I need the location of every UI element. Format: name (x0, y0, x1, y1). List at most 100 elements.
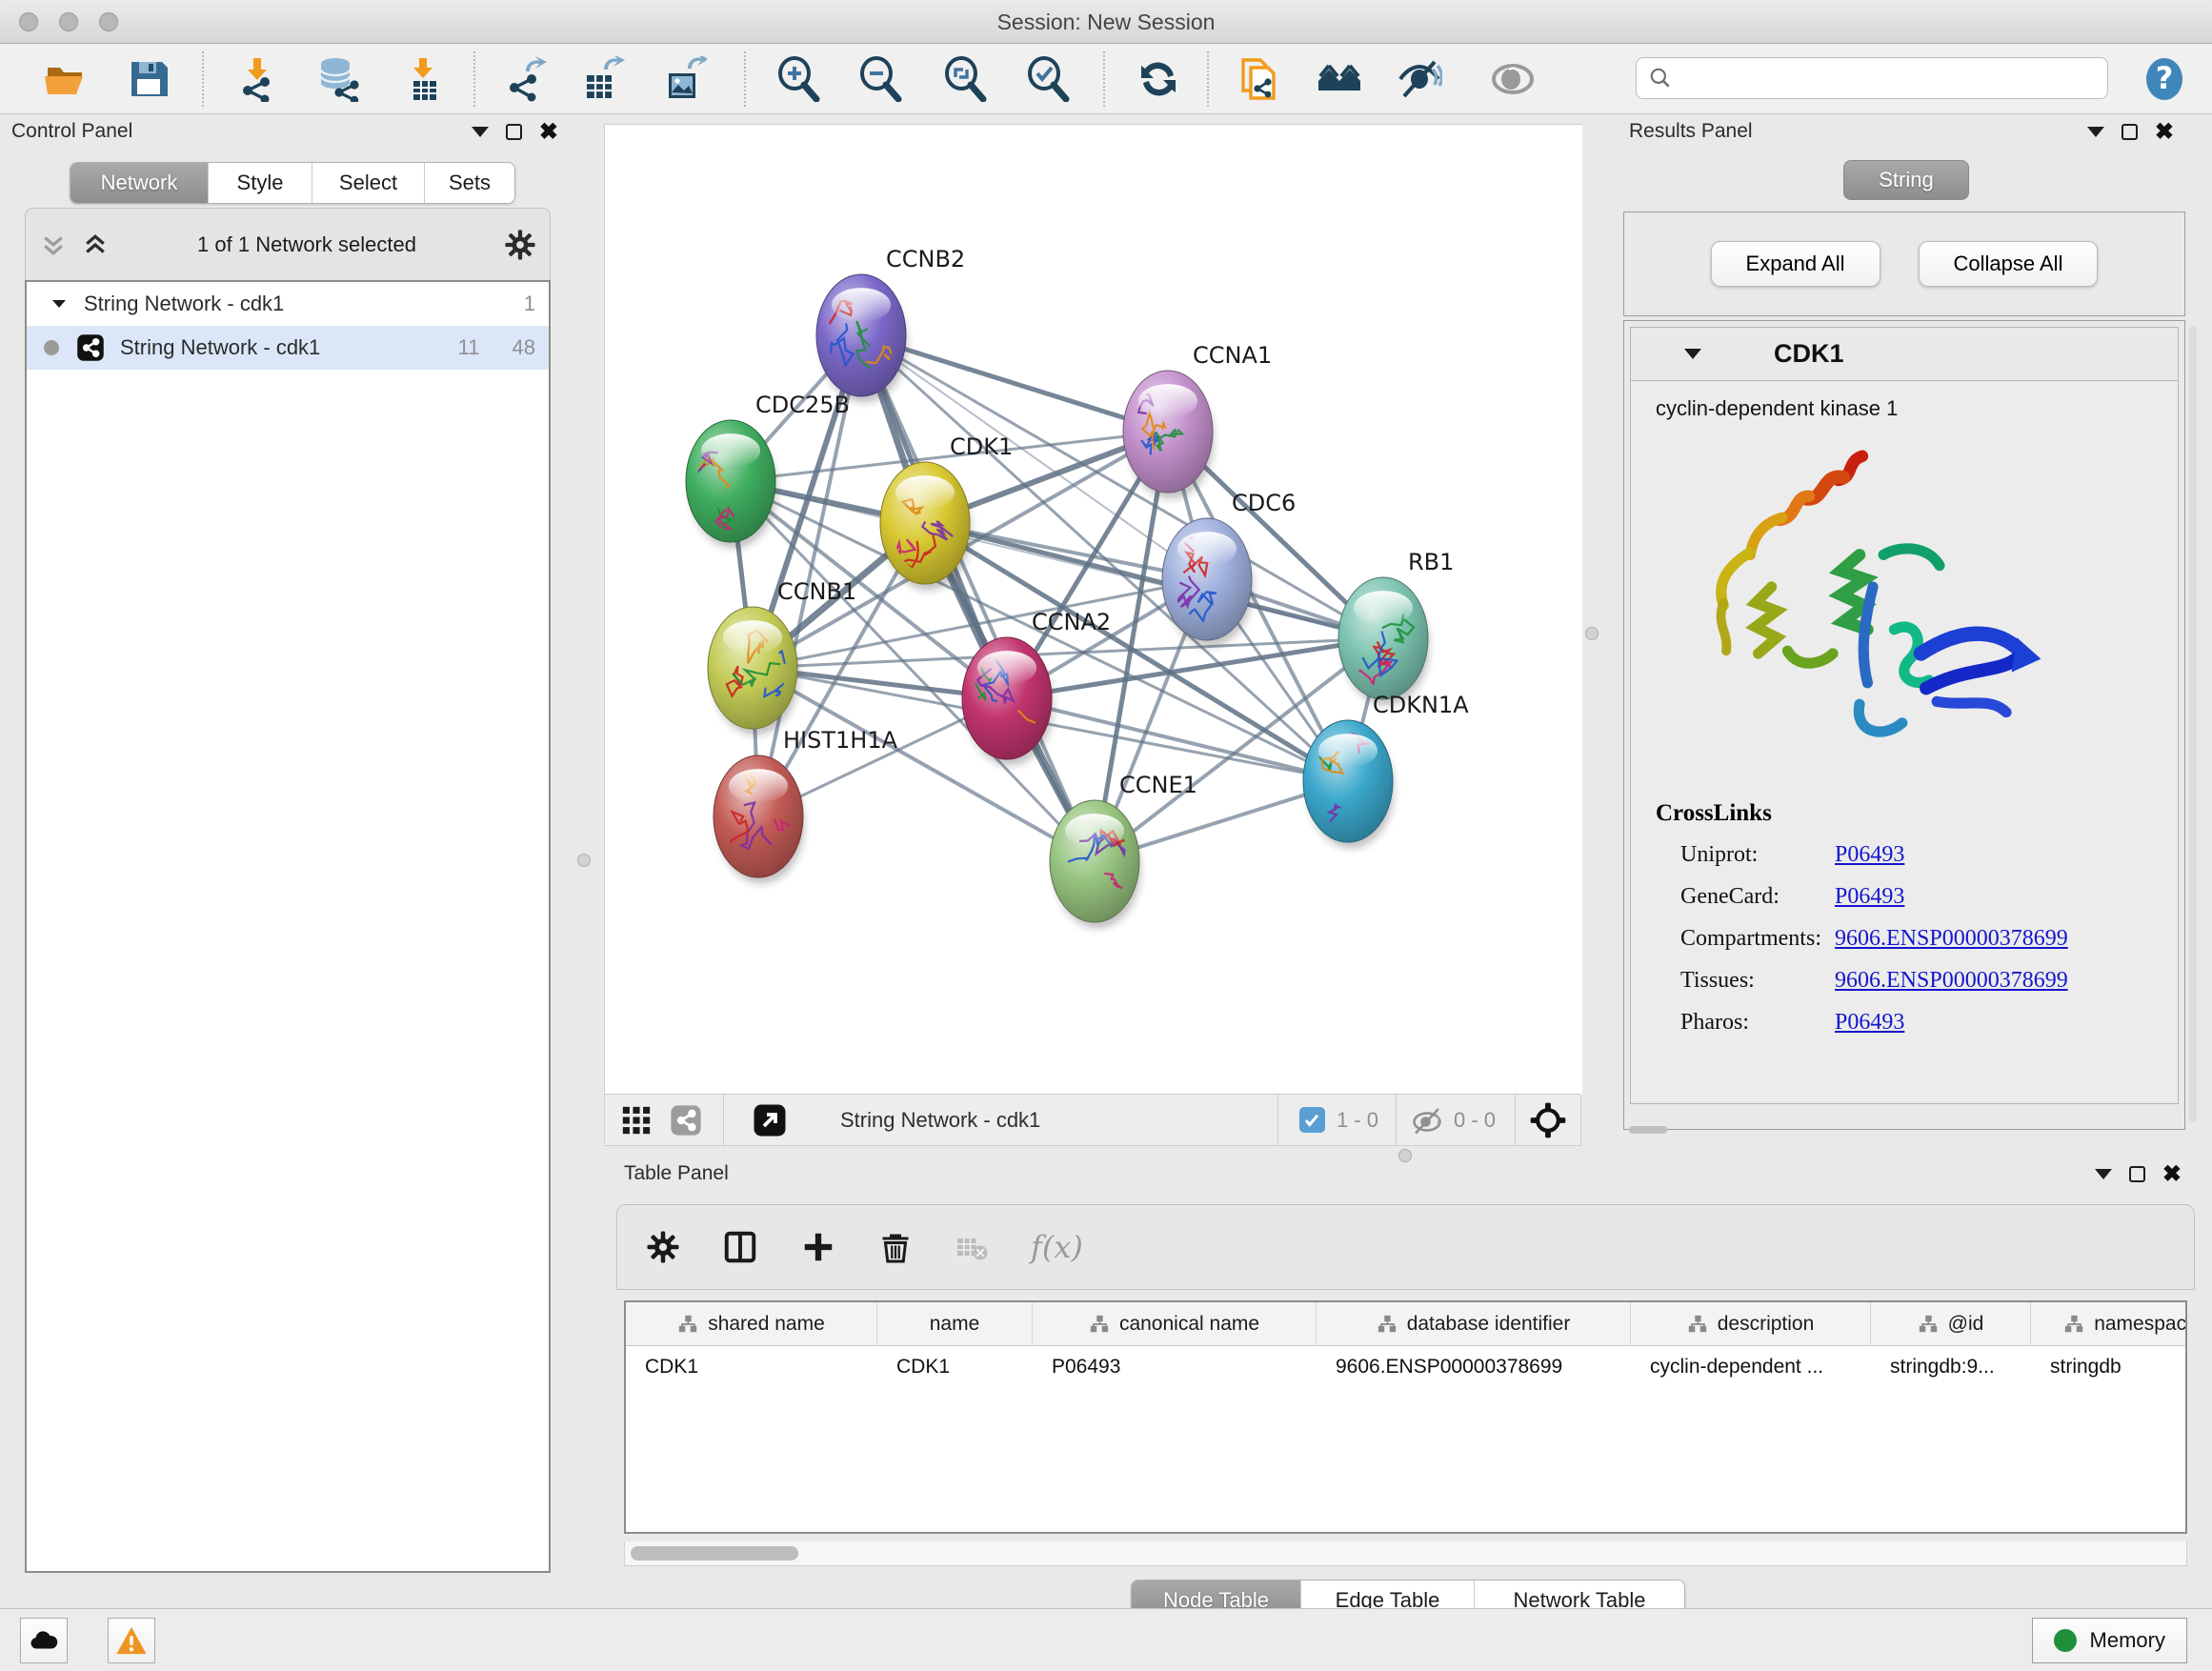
network-node-RB1[interactable]: RB1 (1338, 549, 1454, 705)
network-node-CCNA1[interactable]: CCNA1 (1123, 342, 1272, 498)
network-edge[interactable] (861, 335, 1095, 861)
clone-network-icon[interactable] (1236, 56, 1281, 102)
memory-button[interactable]: Memory (2032, 1618, 2187, 1663)
zoom-in-icon[interactable] (775, 56, 821, 102)
close-panel-icon[interactable]: ✖ (2155, 124, 2174, 140)
network-node-CCNB2[interactable]: CCNB2 (816, 246, 965, 402)
show-columns-icon[interactable] (722, 1229, 758, 1265)
gene-header-row[interactable]: CDK1 (1630, 327, 2179, 380)
import-network-from-database-icon[interactable] (314, 56, 360, 102)
open-session-icon[interactable] (42, 56, 88, 102)
tab-style[interactable]: Style (209, 163, 312, 203)
crosslink-link[interactable]: P06493 (1835, 884, 1904, 910)
tab-network[interactable]: Network (70, 163, 209, 203)
collapse-all-icon[interactable] (39, 231, 68, 259)
crosslink-row: Uniprot:P06493 (1656, 842, 2068, 868)
help-icon[interactable]: ? (2142, 56, 2187, 102)
panel-menu-icon[interactable] (2087, 127, 2104, 137)
zoom-selected-icon[interactable] (1025, 56, 1071, 102)
gear-icon[interactable] (504, 229, 536, 261)
column-header-canonical-name[interactable]: canonical name (1033, 1302, 1317, 1345)
delete-column-icon[interactable] (878, 1230, 913, 1264)
close-panel-icon[interactable]: ✖ (2162, 1166, 2182, 1182)
close-panel-icon[interactable]: ✖ (539, 124, 558, 140)
splitter-handle[interactable] (1398, 1149, 1412, 1162)
zoom-out-icon[interactable] (857, 56, 903, 102)
selected-checkbox[interactable] (1299, 1107, 1325, 1133)
crosslink-link[interactable]: 9606.ENSP00000378699 (1835, 968, 2068, 994)
tab-string[interactable]: String (1843, 160, 1968, 200)
crosslink-link[interactable]: P06493 (1835, 842, 1904, 868)
crosslink-link[interactable]: P06493 (1835, 1010, 1904, 1036)
collapse-gene-icon[interactable] (1684, 349, 1701, 359)
table-gear-icon[interactable] (646, 1230, 680, 1264)
scrollbar-thumb[interactable] (631, 1546, 798, 1560)
zoom-fit-icon[interactable] (942, 56, 988, 102)
gene-description: cyclin-dependent kinase 1 (1656, 396, 2178, 421)
warnings-button[interactable] (108, 1618, 155, 1663)
crosslinks-section: CrossLinks Uniprot:P06493GeneCard:P06493… (1656, 800, 2068, 1052)
search-input[interactable] (1673, 68, 2096, 90)
show-graphics-details-icon[interactable] (1490, 56, 1536, 102)
export-image-icon[interactable] (661, 56, 707, 102)
results-horizontal-scrollbar[interactable] (1629, 1126, 1667, 1134)
panel-menu-icon[interactable] (472, 127, 489, 137)
float-panel-icon[interactable] (2122, 124, 2138, 140)
network-tree: String Network - cdk1 1 String Network -… (25, 280, 551, 1573)
network-node-HIST1H1A[interactable]: HIST1H1A (714, 727, 898, 883)
network-node-CCNE1[interactable]: CCNE1 (1050, 772, 1197, 928)
table-cell: CDK1 (626, 1346, 877, 1388)
hide-graphics-details-icon[interactable] (1397, 56, 1442, 102)
tab-sets[interactable]: Sets (425, 163, 514, 203)
export-network-icon[interactable] (503, 56, 549, 102)
import-table-icon[interactable] (400, 56, 446, 102)
collapse-all-button[interactable]: Collapse All (1919, 241, 2099, 287)
splitter-handle[interactable] (577, 854, 591, 867)
search-field[interactable] (1636, 57, 2108, 99)
first-neighbors-icon[interactable] (1317, 56, 1362, 102)
network-node-CDKN1A[interactable]: CDKN1A (1296, 692, 1469, 849)
network-collection-row[interactable]: String Network - cdk1 1 (27, 282, 549, 326)
network-view-panel: CCNB2CCNA1CDC25BCDK1CDC6RB1CCNB1CCNA2CDK… (604, 124, 1581, 1146)
tab-select[interactable]: Select (312, 163, 425, 203)
column-header-name[interactable]: name (877, 1302, 1033, 1345)
network-canvas[interactable]: CCNB2CCNA1CDC25BCDK1CDC6RB1CCNB1CCNA2CDK… (605, 125, 1582, 1095)
add-column-icon[interactable] (800, 1229, 836, 1265)
splitter-handle[interactable] (1585, 627, 1599, 640)
string-style-icon[interactable] (670, 1104, 702, 1137)
expand-all-button[interactable]: Expand All (1711, 241, 1880, 287)
panel-menu-icon[interactable] (2095, 1169, 2112, 1179)
crosslink-link[interactable]: 9606.ENSP00000378699 (1835, 926, 2068, 952)
network-node-CDC6[interactable]: CDC6 (1162, 490, 1296, 646)
float-panel-icon[interactable] (506, 124, 522, 140)
tree-expand-icon[interactable] (50, 294, 69, 313)
column-header-namespace[interactable]: namespace (2031, 1302, 2187, 1345)
column-header-database-identifier[interactable]: database identifier (1317, 1302, 1631, 1345)
column-header-description[interactable]: description (1631, 1302, 1871, 1345)
column-header-shared-name[interactable]: shared name (626, 1302, 877, 1345)
birds-eye-view-icon[interactable] (620, 1104, 653, 1137)
table-horizontal-scrollbar[interactable] (624, 1541, 2187, 1566)
results-vertical-scrollbar[interactable] (2189, 326, 2197, 1122)
expand-all-icon[interactable] (81, 231, 110, 259)
refresh-icon[interactable] (1136, 56, 1181, 102)
table-panel-title: Table Panel (624, 1162, 729, 1184)
network-node-CCNB1[interactable]: CCNB1 (708, 578, 856, 735)
column-header-@id[interactable]: @id (1871, 1302, 2031, 1345)
float-panel-icon[interactable] (2129, 1166, 2145, 1182)
column-label: database identifier (1407, 1313, 1571, 1336)
node-table[interactable]: shared namenamecanonical name database id… (624, 1300, 2187, 1534)
crosshair-icon[interactable] (1529, 1101, 1567, 1139)
import-network-icon[interactable] (234, 56, 280, 102)
cloud-button[interactable] (20, 1618, 68, 1663)
network-node-CDC25B[interactable]: CDC25B (686, 392, 850, 555)
export-table-icon[interactable] (579, 56, 625, 102)
shared-column-icon (1918, 1314, 1939, 1335)
open-in-window-icon[interactable] (753, 1103, 787, 1137)
save-session-icon[interactable] (126, 56, 171, 102)
network-edge[interactable] (861, 335, 1168, 432)
toolbar-separator (1396, 1095, 1397, 1146)
table-row[interactable]: CDK1CDK1P064939606.ENSP00000378699cyclin… (626, 1346, 2185, 1388)
network-edge[interactable] (1007, 698, 1348, 781)
network-row[interactable]: String Network - cdk1 11 48 (27, 326, 549, 370)
